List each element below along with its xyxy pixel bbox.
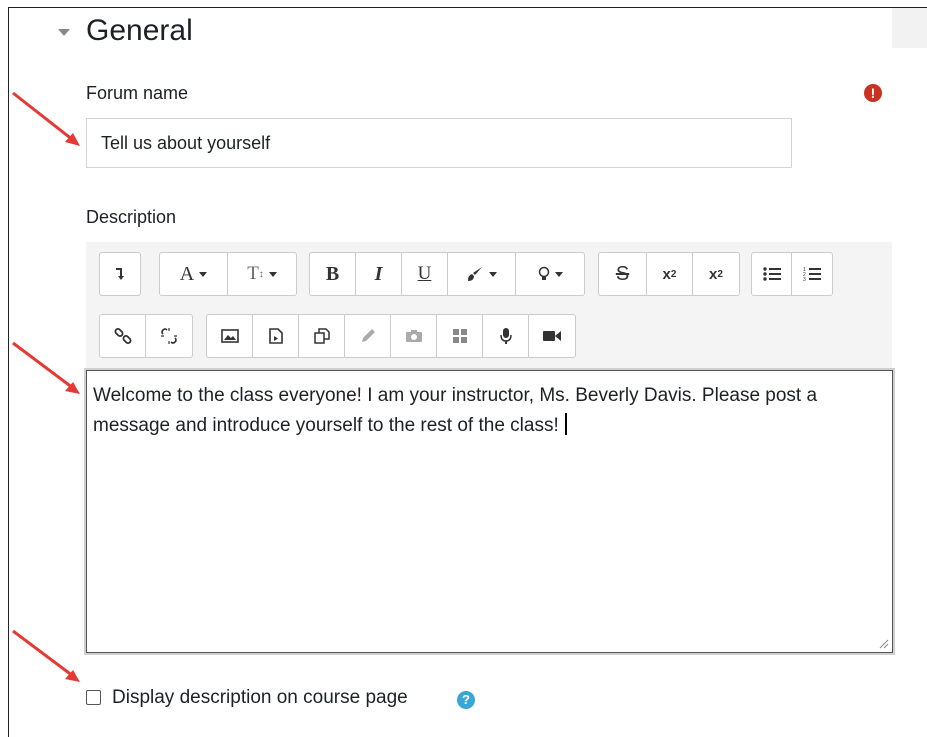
toolbar-group-media [206, 314, 576, 358]
underline-icon[interactable]: U [402, 253, 448, 295]
manage-files-icon[interactable] [299, 315, 345, 357]
italic-icon[interactable]: I [356, 253, 402, 295]
image-icon[interactable] [207, 315, 253, 357]
text-cursor [564, 413, 567, 435]
section-title[interactable]: General [86, 14, 193, 48]
collapse-toolbar-icon[interactable] [100, 253, 140, 295]
record-video-icon[interactable] [529, 315, 575, 357]
toolbar-group-style: B I U [309, 252, 585, 296]
svg-text:3: 3 [803, 277, 806, 282]
record-audio-icon[interactable] [483, 315, 529, 357]
text-color-icon[interactable] [448, 253, 516, 295]
annotation-arrow-icon [12, 629, 80, 682]
description-label: Description [86, 207, 177, 227]
toolbar-group-lists: 123 [751, 252, 833, 296]
exclamation-circle-icon: ! [864, 84, 882, 102]
bullet-list-icon[interactable] [752, 253, 792, 295]
camera-icon[interactable] [391, 315, 437, 357]
font-family-icon[interactable]: A [160, 253, 228, 295]
media-icon[interactable] [253, 315, 299, 357]
display-description-label[interactable]: Display description on course page [112, 687, 408, 709]
superscript-icon[interactable]: x2 [693, 253, 739, 295]
frame-left-border [8, 7, 9, 737]
subscript-icon[interactable]: x2 [647, 253, 693, 295]
resize-handle-icon[interactable] [879, 639, 889, 649]
toolbar-group-script: S x2 x2 [598, 252, 740, 296]
font-size-icon[interactable]: T ↕ [228, 253, 296, 295]
forum-name-input[interactable]: Tell us about yourself [86, 118, 792, 168]
annotation-arrow-icon [12, 341, 80, 394]
strikethrough-icon[interactable]: S [599, 253, 647, 295]
link-icon[interactable] [100, 315, 146, 357]
table-icon[interactable] [437, 315, 483, 357]
numbered-list-icon[interactable]: 123 [792, 253, 832, 295]
highlight-icon[interactable] [516, 253, 584, 295]
frame-top-border [8, 7, 927, 8]
header-shade [892, 8, 927, 48]
unlink-icon[interactable] [146, 315, 192, 357]
bold-icon[interactable]: B [310, 253, 356, 295]
draw-icon[interactable] [345, 315, 391, 357]
forum-name-label: Forum name [86, 83, 189, 103]
question-circle-icon[interactable]: ? [457, 691, 475, 709]
display-description-checkbox[interactable] [86, 690, 101, 705]
annotation-arrow-icon [12, 91, 80, 146]
toolbar-group-font: A T ↕ [159, 252, 297, 296]
description-editor[interactable]: Welcome to the class everyone! I am your… [84, 368, 895, 655]
toolbar-group-collapse [99, 252, 141, 296]
toolbar-group-links [99, 314, 193, 358]
chevron-down-icon[interactable] [58, 29, 70, 36]
description-text: Welcome to the class everyone! I am your… [93, 385, 818, 436]
